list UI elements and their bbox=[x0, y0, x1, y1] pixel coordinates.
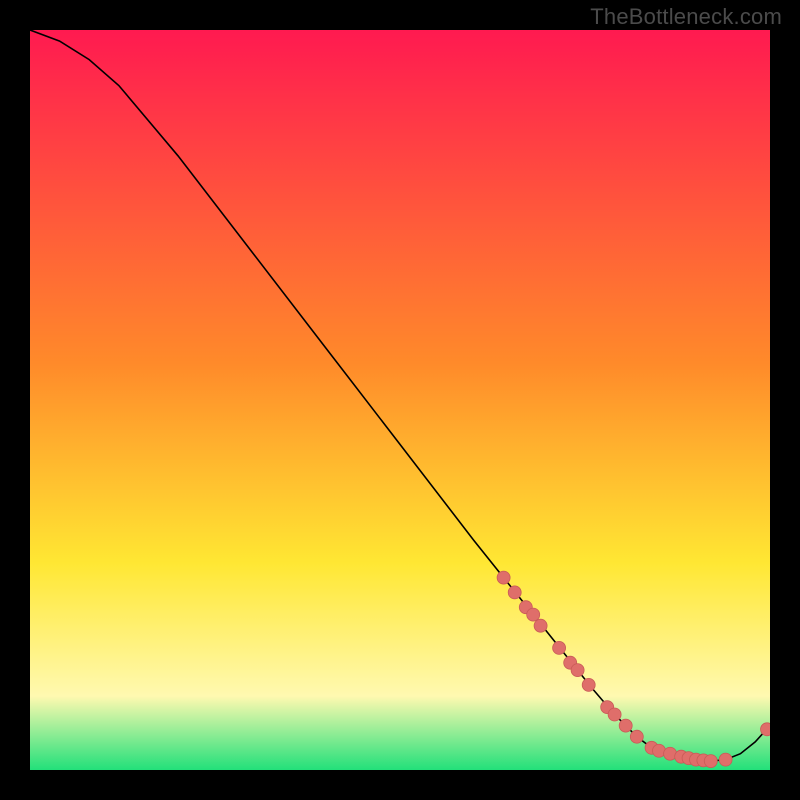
plot-area bbox=[30, 30, 770, 770]
data-marker bbox=[719, 753, 732, 766]
data-marker bbox=[761, 723, 770, 736]
data-marker bbox=[608, 708, 621, 721]
data-marker bbox=[497, 571, 510, 584]
data-marker bbox=[553, 641, 566, 654]
data-marker bbox=[508, 586, 521, 599]
gradient-background bbox=[30, 30, 770, 770]
data-marker bbox=[534, 619, 547, 632]
watermark-text: TheBottleneck.com bbox=[590, 4, 782, 30]
data-marker bbox=[571, 664, 584, 677]
data-marker bbox=[630, 730, 643, 743]
data-marker bbox=[619, 719, 632, 732]
data-marker bbox=[582, 678, 595, 691]
chart-frame: TheBottleneck.com bbox=[0, 0, 800, 800]
data-marker bbox=[704, 755, 717, 768]
chart-svg bbox=[30, 30, 770, 770]
data-marker bbox=[527, 608, 540, 621]
